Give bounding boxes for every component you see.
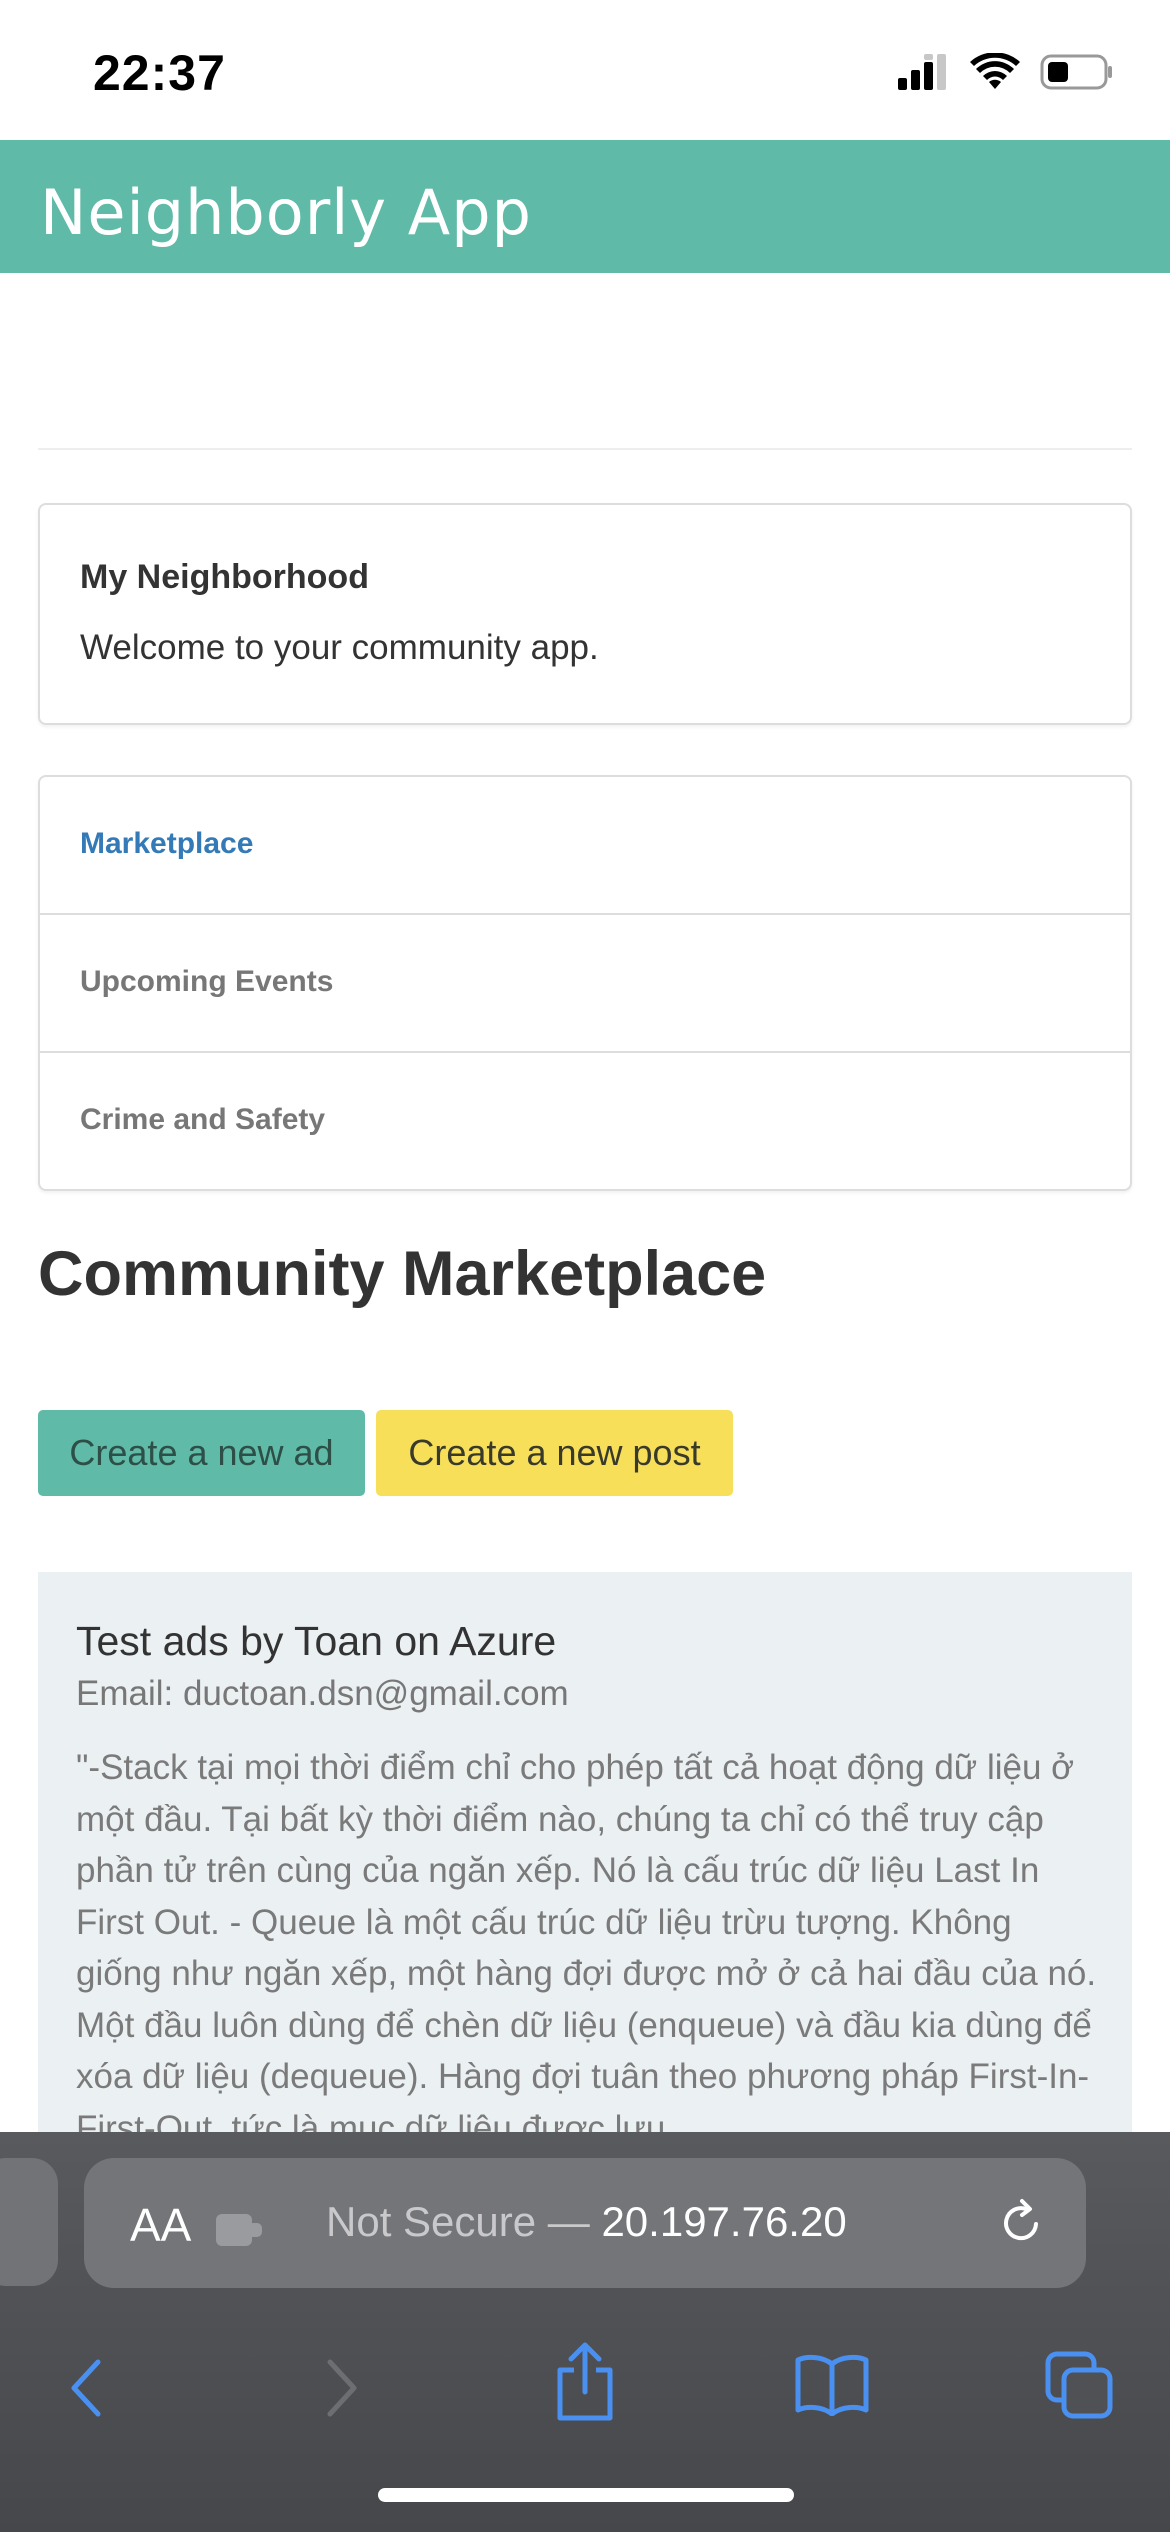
section-nav-list: Marketplace Upcoming Events Crime and Sa… — [38, 775, 1132, 1191]
wifi-icon — [970, 53, 1020, 89]
status-bar: 22:37 — [0, 0, 1170, 140]
extension-icon[interactable] — [214, 2210, 266, 2250]
share-icon[interactable] — [552, 2342, 618, 2422]
nav-item-upcoming-events[interactable]: Upcoming Events — [40, 915, 1130, 1053]
divider — [38, 448, 1132, 450]
battery-icon — [1040, 54, 1112, 90]
url-text[interactable]: Not Secure — 20.197.76.20 — [326, 2198, 847, 2246]
panel-text: Welcome to your community app. — [80, 628, 599, 667]
address-bar[interactable]: AA Not Secure — 20.197.76.20 — [84, 2158, 1086, 2288]
text-size-button[interactable]: AA — [130, 2198, 191, 2252]
reload-icon[interactable] — [996, 2196, 1048, 2248]
create-post-button[interactable]: Create a new post — [376, 1410, 733, 1496]
home-indicator[interactable] — [378, 2488, 794, 2502]
ad-description: "-Stack tại mọi thời điểm chỉ cho phép t… — [76, 1748, 1097, 2132]
previous-tab-peek[interactable] — [0, 2158, 58, 2286]
text-size-label: AA — [130, 2199, 192, 2251]
status-icons — [896, 52, 1114, 92]
page-title: Community Marketplace — [38, 1239, 767, 1309]
forward-icon[interactable] — [322, 2358, 362, 2418]
ad-email: Email: ductoan.dsn@gmail.com — [76, 1674, 569, 1713]
app-brand[interactable]: Neighborly App — [40, 176, 532, 249]
panel-title: My Neighborhood — [80, 558, 369, 596]
tabs-icon[interactable] — [1044, 2350, 1114, 2420]
nav-item-label: Upcoming Events — [80, 965, 334, 998]
browser-chrome: AA Not Secure — 20.197.76.20 — [0, 2132, 1170, 2532]
nav-item-label: Crime and Safety — [80, 1103, 326, 1136]
nav-item-label: Marketplace — [80, 827, 254, 860]
bookmarks-icon[interactable] — [794, 2354, 870, 2416]
browser-toolbar — [0, 2322, 1170, 2442]
cellular-signal-icon — [898, 54, 946, 90]
nav-item-crime-and-safety[interactable]: Crime and Safety — [40, 1053, 1130, 1189]
ad-card[interactable]: Test ads by Toan on Azure Email: ductoan… — [38, 1572, 1132, 2132]
app-navbar: Neighborly App — [0, 140, 1170, 273]
url-host: 20.197.76.20 — [601, 2198, 847, 2245]
back-icon[interactable] — [66, 2358, 106, 2418]
ad-title: Test ads by Toan on Azure — [76, 1618, 557, 1664]
status-time: 22:37 — [93, 45, 226, 101]
url-security-label: Not Secure — — [326, 2198, 602, 2245]
welcome-panel: My Neighborhood Welcome to your communit… — [38, 503, 1132, 725]
nav-item-marketplace[interactable]: Marketplace — [40, 777, 1130, 915]
create-ad-button[interactable]: Create a new ad — [38, 1410, 365, 1496]
